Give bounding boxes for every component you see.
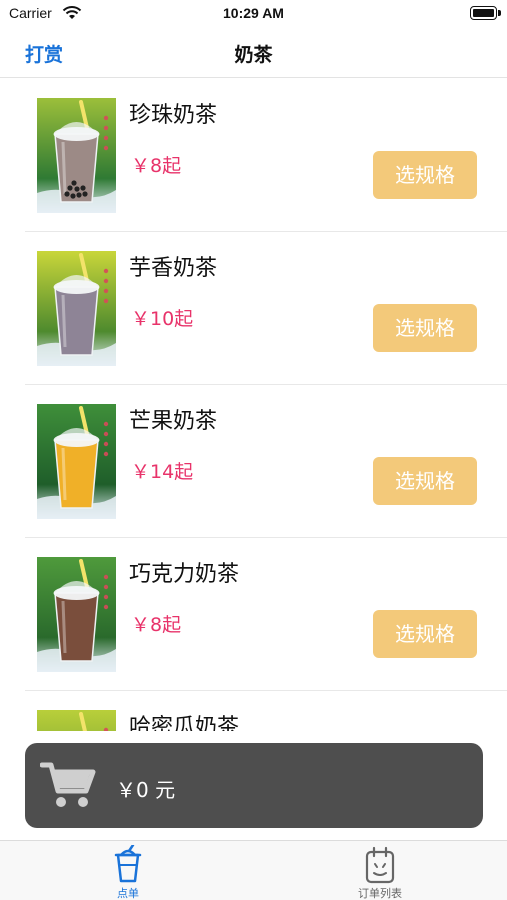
tab-order-list-label: 订单列表 <box>358 887 402 900</box>
tab-order-list[interactable]: 订单列表 <box>320 841 440 900</box>
cart-total: ￥0 元 <box>116 778 176 802</box>
product-name: 芒果奶茶 <box>129 409 218 434</box>
cup-icon <box>114 845 142 883</box>
product-row[interactable]: 哈密瓜奶茶 <box>25 691 507 731</box>
product-list[interactable]: 珍珠奶茶 ￥8起 选规格 芋香奶茶 ￥10起 选规格 芒果奶茶 ￥14起 选规格… <box>25 79 507 731</box>
navigation-bar: 打赏 奶茶 <box>0 30 507 78</box>
tab-order-label: 点单 <box>117 887 139 900</box>
page-title: 奶茶 <box>234 44 273 66</box>
product-name: 巧克力奶茶 <box>129 562 240 587</box>
product-price: ￥10起 <box>131 308 194 330</box>
product-image <box>37 98 116 213</box>
product-image <box>37 404 116 519</box>
order-list-icon <box>365 846 395 884</box>
product-image <box>37 710 116 731</box>
product-name: 珍珠奶茶 <box>129 103 218 128</box>
product-name: 哈密瓜奶茶 <box>129 715 240 731</box>
battery-icon <box>470 6 501 20</box>
product-price: ￥14起 <box>131 461 194 483</box>
status-bar: Carrier 10:29 AM <box>0 0 507 30</box>
shopping-cart-icon[interactable] <box>40 759 96 811</box>
product-row[interactable]: 芋香奶茶 ￥10起 选规格 <box>25 232 507 385</box>
product-row[interactable]: 珍珠奶茶 ￥8起 选规格 <box>25 79 507 232</box>
select-spec-button[interactable]: 选规格 <box>373 304 477 352</box>
select-spec-button[interactable]: 选规格 <box>373 457 477 505</box>
tab-bar: 点单 订单列表 <box>0 840 507 900</box>
product-name: 芋香奶茶 <box>129 256 218 281</box>
select-spec-button[interactable]: 选规格 <box>373 610 477 658</box>
product-price: ￥8起 <box>131 155 182 177</box>
select-spec-button[interactable]: 选规格 <box>373 151 477 199</box>
cart-bar[interactable]: ￥0 元 <box>25 743 483 828</box>
product-row[interactable]: 巧克力奶茶 ￥8起 选规格 <box>25 538 507 691</box>
product-price: ￥8起 <box>131 614 182 636</box>
product-image <box>37 557 116 672</box>
status-time: 10:29 AM <box>223 5 284 21</box>
product-image <box>37 251 116 366</box>
tab-order[interactable]: 点单 <box>68 841 188 900</box>
product-row[interactable]: 芒果奶茶 ￥14起 选规格 <box>25 385 507 538</box>
